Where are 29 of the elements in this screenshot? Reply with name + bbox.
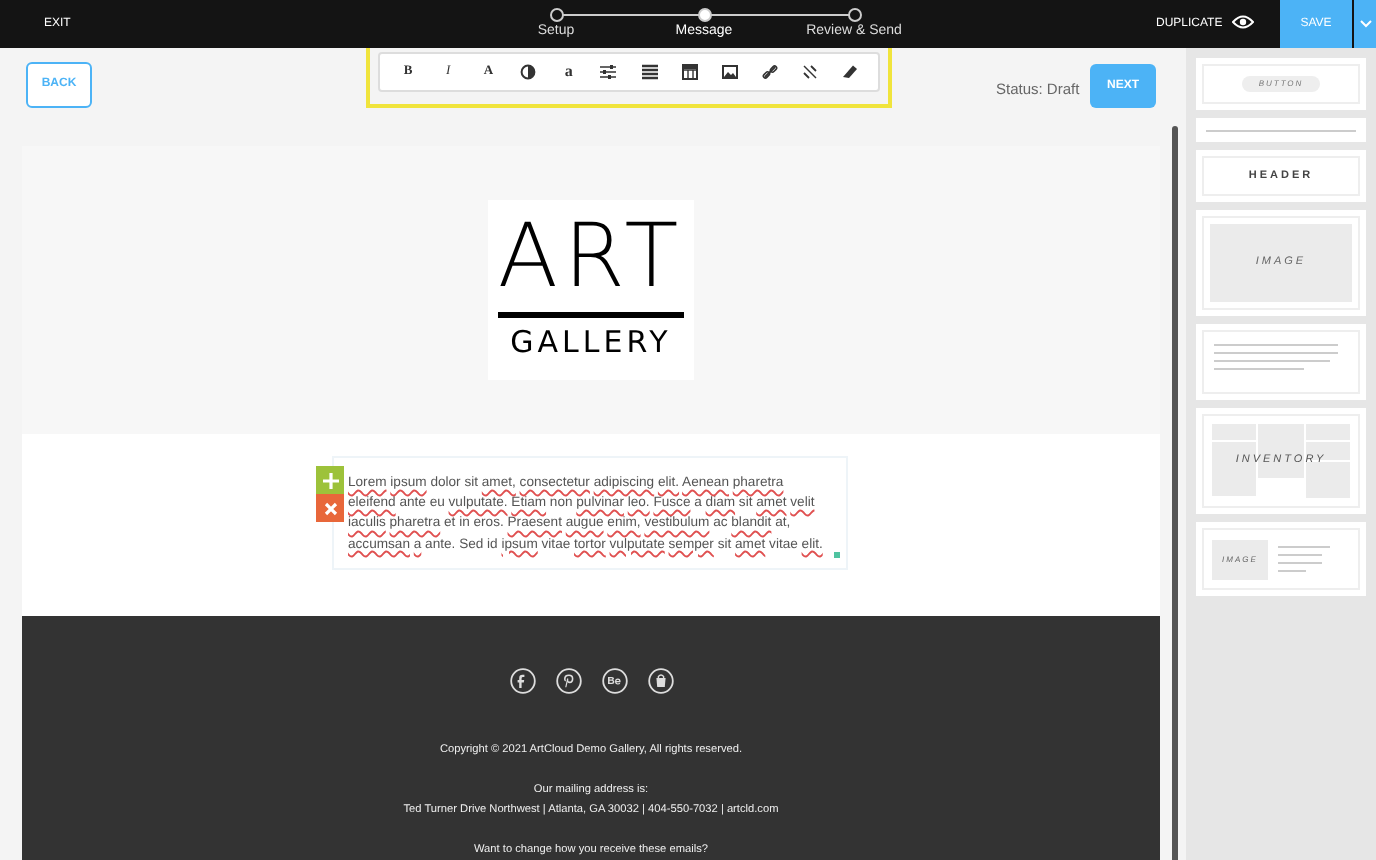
- logo-subtitle: GALLERY: [510, 324, 672, 360]
- table-button[interactable]: [677, 60, 702, 84]
- close-icon: [323, 501, 337, 515]
- bag-icon[interactable]: [647, 668, 673, 694]
- align-button[interactable]: [637, 60, 661, 84]
- logo-title: ART: [497, 212, 685, 304]
- pinterest-icon[interactable]: [555, 668, 581, 694]
- align-icon: [641, 64, 657, 80]
- sliders-icon: [600, 64, 617, 80]
- link-button[interactable]: [757, 60, 782, 84]
- sliders-button[interactable]: [596, 60, 621, 84]
- image-button[interactable]: [717, 60, 742, 84]
- scrollbar[interactable]: [1172, 126, 1178, 860]
- table-icon: [681, 64, 698, 80]
- delete-button[interactable]: [316, 494, 344, 522]
- resize-handle[interactable]: [834, 552, 840, 558]
- contrast-icon: [520, 64, 537, 80]
- plus-icon: [321, 471, 339, 489]
- image-icon: [721, 64, 738, 80]
- link-icon: [761, 64, 778, 80]
- facebook-icon[interactable]: [509, 668, 535, 694]
- eye-icon: [1232, 14, 1254, 30]
- highlight-button[interactable]: a: [556, 60, 581, 84]
- caret-icon: [1359, 20, 1371, 28]
- unlink-button[interactable]: [797, 60, 822, 84]
- contrast-button[interactable]: [516, 60, 541, 84]
- behance-icon[interactable]: [601, 668, 627, 694]
- eraser-button[interactable]: [837, 60, 862, 84]
- eraser-icon: [841, 64, 858, 80]
